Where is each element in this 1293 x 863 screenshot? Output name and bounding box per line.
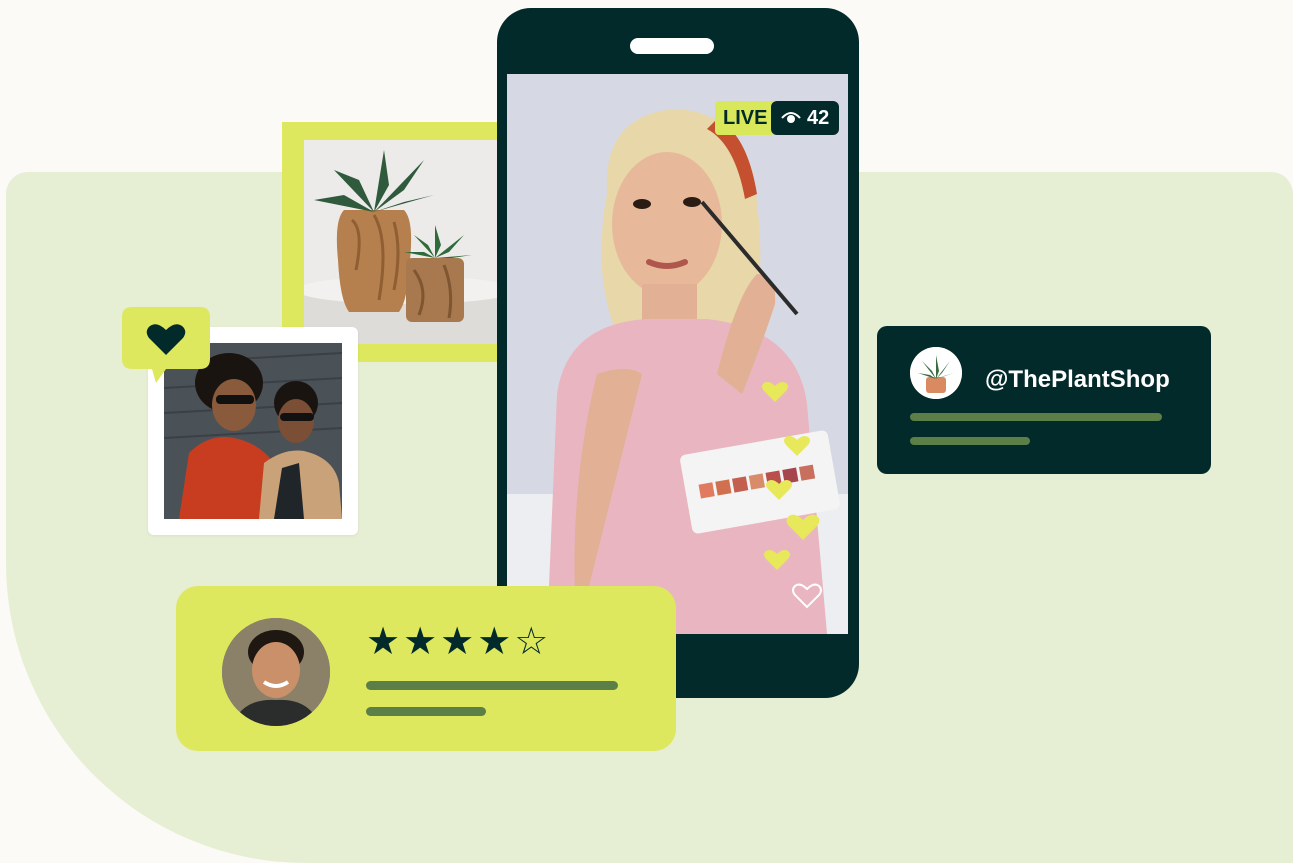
live-stream-video[interactable]: LIVE 42 xyxy=(507,74,848,634)
viewer-count-badge: 42 xyxy=(771,101,840,135)
shop-profile-card[interactable]: @ThePlantShop xyxy=(877,326,1211,474)
live-badge: LIVE xyxy=(715,101,776,135)
shop-text-line-2 xyxy=(910,437,1030,445)
reviewer-avatar xyxy=(222,618,330,726)
like-speech-bubble xyxy=(122,307,210,383)
shop-handle[interactable]: @ThePlantShop xyxy=(985,366,1170,394)
viewer-count: 42 xyxy=(807,107,830,129)
shop-avatar xyxy=(910,347,962,399)
eye-icon xyxy=(781,112,801,123)
plant-photo-card xyxy=(282,122,530,362)
plant-photo xyxy=(304,140,508,344)
phone-speaker xyxy=(630,38,714,54)
review-text-line-1 xyxy=(366,681,618,690)
review-card: ★★★★☆ xyxy=(176,586,676,751)
star-rating: ★★★★☆ xyxy=(366,621,552,663)
review-text-line-2 xyxy=(366,707,486,716)
shop-text-line-1 xyxy=(910,413,1162,421)
